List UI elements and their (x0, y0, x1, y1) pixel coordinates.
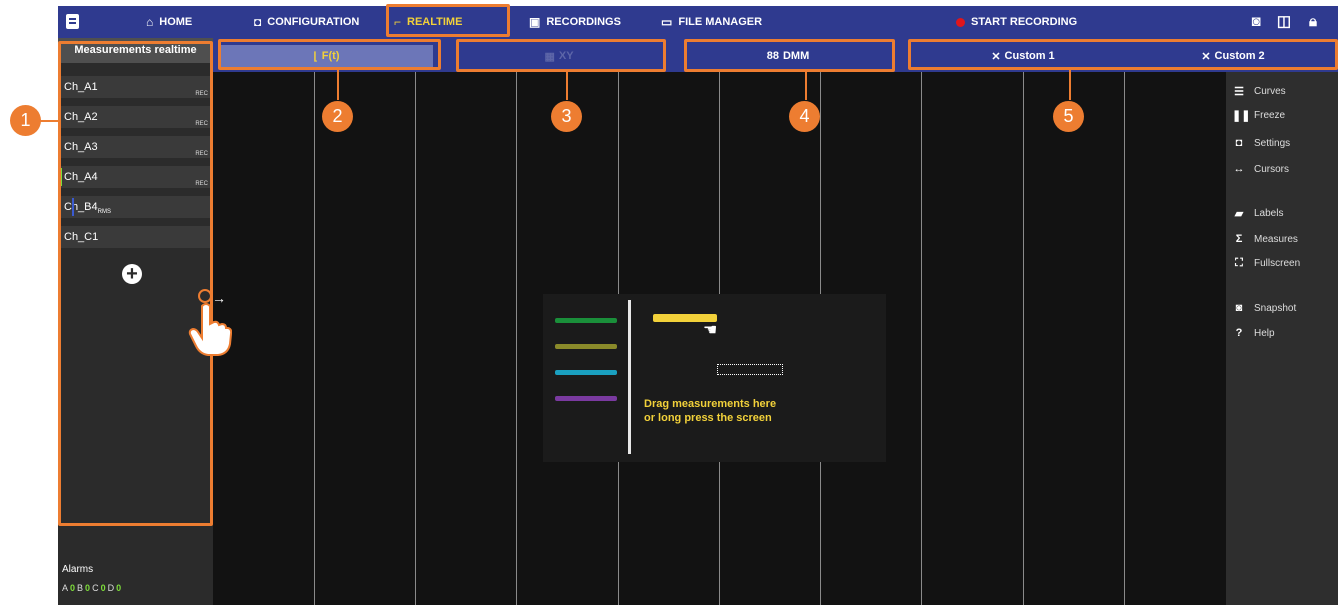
camera-icon[interactable]: ◙ (1247, 13, 1265, 31)
callout-badge-4: 4 (789, 101, 820, 132)
home-icon: ⌂ (146, 15, 154, 29)
menu-fullscreen-label: Fullscreen (1254, 257, 1301, 269)
lock-icon[interactable]: 🔒︎ (1304, 13, 1322, 31)
alarm-count: 0 (100, 583, 106, 593)
nav-home-label: HOME (159, 16, 193, 28)
start-recording-button[interactable]: START RECORDING (956, 6, 1077, 38)
app-window: ⌂ HOME ◘ CONFIGURATION ⌐ REALTIME ▣ RECO… (58, 6, 1338, 605)
touch-point-icon (198, 289, 212, 303)
top-nav-bar: ⌂ HOME ◘ CONFIGURATION ⌐ REALTIME ▣ RECO… (58, 6, 1338, 38)
grid-line (1124, 72, 1125, 605)
pointing-hand-icon (188, 302, 233, 356)
alarm-name: B (77, 583, 84, 593)
configuration-icon: ◘ (254, 15, 262, 29)
plot-area[interactable]: ☚ (213, 72, 1226, 605)
menu-help[interactable]: ? Help (1232, 324, 1275, 342)
callout-badge-1: 1 (10, 105, 41, 136)
menu-labels[interactable]: ▰ Labels (1232, 204, 1284, 222)
snapshot-icon: ◙ (1235, 302, 1243, 314)
folder-icon: ▭ (661, 15, 673, 29)
callout-leader (337, 70, 339, 100)
menu-labels-label: Labels (1254, 207, 1284, 219)
hint-line-1: Drag measurements here (644, 398, 777, 410)
alarm-count: 0 (116, 583, 122, 593)
fullscreen-icon: ⛶ (1235, 256, 1243, 269)
menu-snapshot[interactable]: ◙ Snapshot (1232, 299, 1297, 317)
curve-swatch-purple (555, 396, 617, 401)
nav-recordings-label: RECORDINGS (546, 16, 621, 28)
nav-recordings[interactable]: ▣ RECORDINGS (529, 6, 621, 38)
menu-settings-label: Settings (1254, 137, 1291, 149)
cursors-icon: ↔ (1233, 163, 1245, 175)
menu-freeze[interactable]: ❚❚ Freeze (1232, 106, 1285, 124)
callout-badge-5: 5 (1053, 101, 1084, 132)
menu-curves-label: Curves (1254, 85, 1286, 97)
highlight-measurements-panel (58, 41, 213, 526)
menu-cursors-label: Cursors (1254, 163, 1290, 175)
alarm-name: C (92, 583, 99, 593)
recordings-icon: ▣ (529, 15, 541, 29)
callout-leader (1069, 70, 1071, 100)
grid-line (921, 72, 922, 605)
menu-measures[interactable]: Σ Measures (1232, 230, 1298, 248)
callout-badge-2: 2 (322, 101, 353, 132)
drop-target-outline (717, 364, 783, 375)
drag-hint-text: Drag measurements here or long press the… (644, 397, 844, 425)
labels-icon: ▰ (1234, 207, 1244, 220)
grid-line (1023, 72, 1024, 605)
highlight-tab-dmm (684, 39, 895, 72)
alarm-name: D (107, 583, 115, 593)
grid-line (415, 72, 416, 605)
grid-line (314, 72, 315, 605)
drag-hint-illustration: ☚ (543, 294, 886, 462)
alarm-count: 0 (70, 583, 76, 593)
curves-icon: ☰ (1234, 85, 1244, 98)
nav-home[interactable]: ⌂ HOME (146, 6, 192, 38)
hint-line-2: or long press the screen (644, 412, 772, 424)
hand-cursor-icon: ☚ (703, 322, 718, 339)
alarms-label: Alarms (62, 564, 94, 575)
measures-icon: Σ (1235, 233, 1243, 245)
right-tools-menu: ☰ Curves ❚❚ Freeze ◘ Settings ↔ Cursors … (1226, 72, 1338, 605)
freeze-icon: ❚❚ (1232, 109, 1251, 122)
menu-measures-label: Measures (1254, 233, 1298, 245)
menu-curves[interactable]: ☰ Curves (1232, 82, 1286, 100)
nav-configuration[interactable]: ◘ CONFIGURATION (254, 6, 359, 38)
callout-badge-3: 3 (551, 101, 582, 132)
callout-leader (40, 120, 58, 122)
menu-settings[interactable]: ◘ Settings (1232, 134, 1290, 152)
alarm-name: A (62, 583, 69, 593)
settings-icon: ◘ (1235, 137, 1243, 149)
record-dot-icon (956, 17, 965, 27)
highlight-tab-xy (456, 39, 666, 72)
highlight-realtime-nav (386, 4, 510, 37)
start-recording-label: START RECORDING (971, 16, 1078, 28)
menu-help-label: Help (1254, 327, 1275, 339)
nav-file-manager-label: FILE MANAGER (678, 16, 763, 28)
layout-icon[interactable]: ◫ (1275, 13, 1293, 31)
curve-swatch-cyan (555, 370, 617, 375)
grid-line (516, 72, 517, 605)
highlight-tab-ft (218, 39, 441, 70)
nav-file-manager[interactable]: ▭ FILE MANAGER (661, 6, 762, 38)
help-icon: ? (1235, 327, 1243, 339)
nav-configuration-label: CONFIGURATION (267, 16, 360, 28)
hint-divider (628, 300, 631, 454)
menu-cursors[interactable]: ↔ Cursors (1232, 160, 1290, 178)
callout-leader (566, 72, 568, 100)
app-menu-icon[interactable] (66, 14, 79, 29)
menu-snapshot-label: Snapshot (1254, 302, 1297, 314)
menu-fullscreen[interactable]: ⛶ Fullscreen (1232, 254, 1300, 272)
highlight-tab-custom (908, 39, 1338, 70)
curve-swatch-green (555, 318, 617, 323)
alarm-count: 0 (85, 583, 91, 593)
curve-swatch-olive (555, 344, 617, 349)
alarms-counters: A0 B0 C0 D0 (62, 583, 121, 593)
menu-freeze-label: Freeze (1254, 109, 1286, 121)
callout-leader (805, 72, 807, 100)
